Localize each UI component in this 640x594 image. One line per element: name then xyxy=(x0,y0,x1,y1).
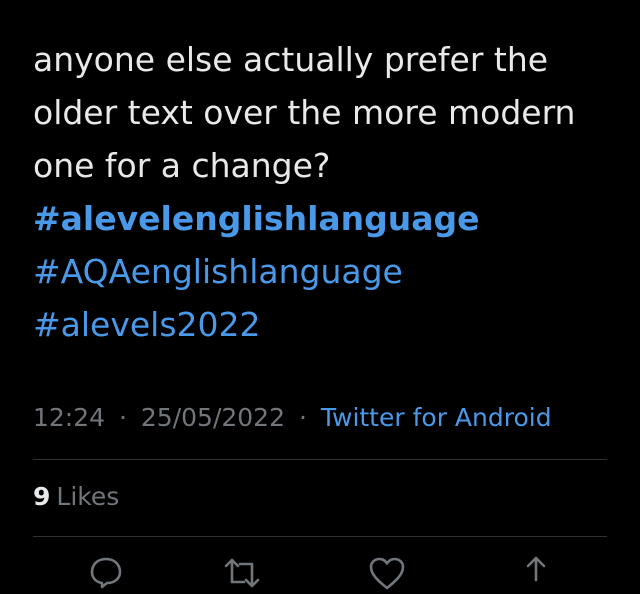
divider xyxy=(33,459,607,460)
tweet-action-bar xyxy=(0,554,640,590)
likes-summary[interactable]: 9 Likes xyxy=(33,481,119,513)
share-icon xyxy=(516,554,556,594)
retweet-button[interactable] xyxy=(222,554,262,594)
tweet-metadata: 12:24 · 25/05/2022 · Twitter for Android xyxy=(33,402,552,434)
likes-count: 9 xyxy=(33,482,51,511)
reply-icon xyxy=(86,554,126,594)
tweet-time[interactable]: 12:24 xyxy=(33,403,105,432)
hashtag-link[interactable]: #AQAenglishlanguage xyxy=(33,245,623,298)
retweet-icon xyxy=(222,554,262,594)
like-button[interactable] xyxy=(367,554,407,594)
tweet-text: anyone else actually prefer the older te… xyxy=(33,33,623,351)
hashtag-link[interactable]: #alevelenglishlanguage xyxy=(33,192,623,245)
tweet-text-line: one for a change? xyxy=(33,146,331,185)
tweet-date[interactable]: 25/05/2022 xyxy=(141,403,285,432)
divider xyxy=(33,536,607,537)
meta-separator: · xyxy=(298,403,307,432)
meta-separator: · xyxy=(119,403,127,432)
tweet-source-link[interactable]: Twitter for Android xyxy=(321,403,552,432)
tweet-text-line: anyone else actually prefer the xyxy=(33,40,549,79)
tweet-text-line: older text over the more modern xyxy=(33,93,576,132)
share-button[interactable] xyxy=(516,554,556,594)
likes-label: Likes xyxy=(56,482,120,511)
hashtag-link[interactable]: #alevels2022 xyxy=(33,298,623,351)
reply-button[interactable] xyxy=(86,554,126,594)
heart-icon xyxy=(367,554,407,594)
